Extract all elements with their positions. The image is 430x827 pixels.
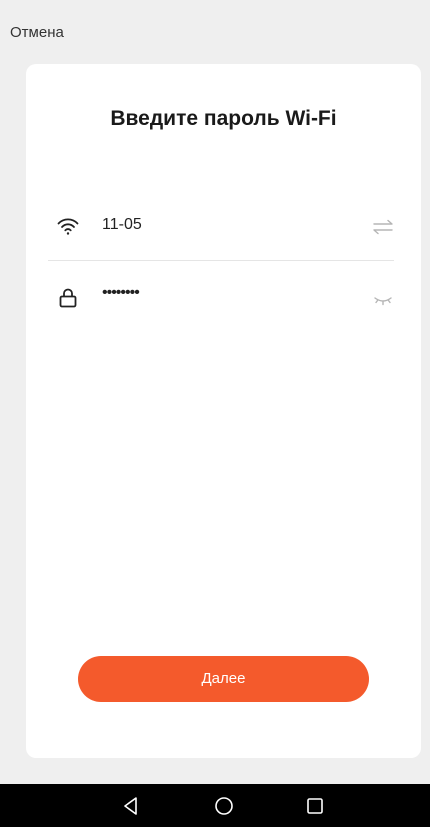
recents-icon[interactable] (303, 794, 327, 818)
back-icon[interactable] (119, 794, 143, 818)
top-bar: Отмена (0, 0, 430, 64)
wifi-icon (56, 214, 80, 238)
wifi-password-card: Введите пароль Wi-Fi 11-05 •••••••• Дале… (26, 64, 421, 758)
ssid-value: 11-05 (102, 216, 142, 233)
next-button[interactable]: Далее (78, 656, 369, 702)
page-title: Введите пароль Wi-Fi (110, 107, 337, 130)
password-row[interactable]: •••••••• (48, 278, 394, 318)
ssid-row[interactable]: 11-05 (48, 206, 394, 246)
divider (48, 260, 394, 261)
eye-closed-icon[interactable] (372, 290, 394, 308)
password-field[interactable]: •••••••• (102, 284, 140, 302)
lock-icon (56, 286, 80, 310)
cancel-button[interactable]: Отмена (10, 24, 64, 41)
system-nav-bar (0, 784, 430, 827)
home-icon[interactable] (212, 794, 236, 818)
switch-network-icon[interactable] (372, 218, 394, 236)
